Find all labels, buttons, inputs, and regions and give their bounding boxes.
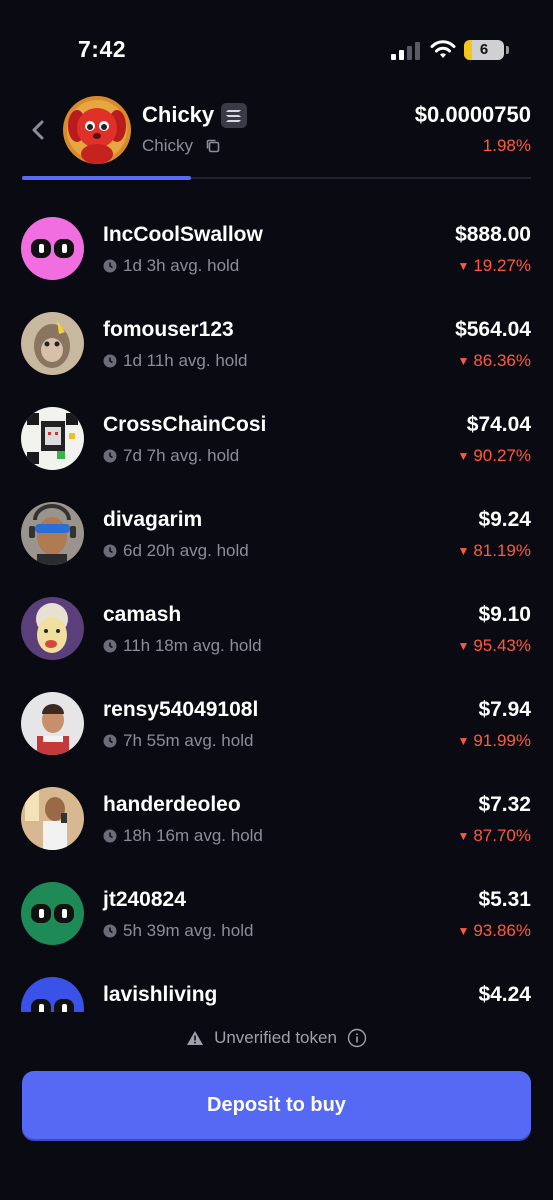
info-icon[interactable]: [347, 1028, 367, 1048]
list-item[interactable]: camash 11h 18m avg. hold $9.10 ▼ 95.43%: [0, 570, 553, 665]
username: fomouser123: [103, 318, 234, 341]
avatar: [21, 882, 84, 945]
clock-icon: [103, 449, 117, 463]
copy-icon[interactable]: [205, 138, 221, 154]
holding-value: $7.94: [478, 698, 531, 721]
deposit-to-buy-button[interactable]: Deposit to buy: [22, 1071, 531, 1139]
unverified-label: Unverified token: [214, 1028, 337, 1047]
list-item[interactable]: IncCoolSwallow 1d 3h avg. hold $888.00 ▼…: [0, 190, 553, 285]
token-price: $0.0000750: [414, 102, 531, 127]
token-change: 1.98%: [482, 136, 531, 155]
cellular-signal-icon: [391, 42, 420, 60]
avatar: [21, 502, 84, 565]
token-name: Chicky: [142, 102, 215, 127]
back-chevron-icon[interactable]: [26, 116, 50, 144]
holding-change: ▼ 90.27%: [457, 446, 531, 465]
clock-icon: [103, 924, 117, 938]
holding-value: $9.24: [478, 508, 531, 531]
warning-icon: [187, 1031, 204, 1045]
unverified-token-notice: Unverified token: [0, 1028, 553, 1048]
holding-change: ▼ 91.99%: [457, 731, 531, 750]
avg-hold: 7d 7h avg. hold: [103, 446, 239, 466]
holding-change: ▼ 81.19%: [457, 541, 531, 560]
avg-hold: 5h 39m avg. hold: [103, 921, 253, 941]
list-item[interactable]: lavishliving $4.24: [0, 950, 553, 1012]
username: handerdeoleo: [103, 793, 241, 816]
list-item[interactable]: fomouser123 1d 11h avg. hold $564.04 ▼ 86…: [0, 285, 553, 380]
holding-value: $564.04: [455, 318, 531, 341]
username: jt240824: [103, 888, 186, 911]
down-triangle-icon: ▼: [457, 924, 470, 938]
battery-level: 6: [479, 41, 489, 58]
token-ticker: Chicky: [142, 136, 194, 155]
username: rensy54049108l: [103, 698, 259, 721]
holding-change: ▼ 86.36%: [457, 351, 531, 370]
status-bar: 7:42 6: [0, 0, 553, 100]
down-triangle-icon: ▼: [457, 544, 470, 558]
solana-chain-icon: [221, 103, 247, 128]
holding-value: $9.10: [478, 603, 531, 626]
clock-icon: [103, 734, 117, 748]
list-item[interactable]: handerdeoleo 18h 16m avg. hold $7.32 ▼ 87…: [0, 760, 553, 855]
list-item[interactable]: divagarim 6d 20h avg. hold $9.24 ▼ 81.19%: [0, 475, 553, 570]
avatar: [21, 692, 84, 755]
avatar: [21, 312, 84, 375]
list-item[interactable]: rensy54049108l 7h 55m avg. hold $7.94 ▼ 9…: [0, 665, 553, 760]
clock-icon: [103, 354, 117, 368]
avg-hold: 1d 11h avg. hold: [103, 351, 247, 371]
down-triangle-icon: ▼: [457, 639, 470, 653]
holding-value: $888.00: [455, 223, 531, 246]
holding-value: $4.24: [478, 983, 531, 1006]
username: camash: [103, 603, 182, 626]
avatar: [21, 597, 84, 660]
down-triangle-icon: ▼: [457, 829, 470, 843]
wifi-icon: [430, 40, 456, 58]
holding-value: $7.32: [478, 793, 531, 816]
list-item[interactable]: CrossChainCosi 7d 7h avg. hold $74.04 ▼ 9…: [0, 380, 553, 475]
holding-change: ▼ 95.43%: [457, 636, 531, 655]
username: CrossChainCosi: [103, 413, 267, 436]
avg-hold: 18h 16m avg. hold: [103, 826, 263, 846]
down-triangle-icon: ▼: [457, 259, 470, 273]
down-triangle-icon: ▼: [457, 354, 470, 368]
clock-icon: [103, 639, 117, 653]
avatar: [21, 977, 84, 1012]
username: lavishliving: [103, 983, 218, 1006]
avatar: [21, 217, 84, 280]
battery-icon: 6: [464, 40, 504, 60]
avatar: [21, 787, 84, 850]
clock-icon: [103, 829, 117, 843]
avg-hold: 7h 55m avg. hold: [103, 731, 253, 751]
holding-change: ▼ 87.70%: [457, 826, 531, 845]
clock-time: 7:42: [78, 36, 127, 62]
holding-change: ▼ 93.86%: [457, 921, 531, 940]
clock-icon: [103, 544, 117, 558]
holding-value: $74.04: [466, 413, 531, 436]
avg-hold: 6d 20h avg. hold: [103, 541, 249, 561]
list-item[interactable]: jt240824 5h 39m avg. hold $5.31 ▼ 93.86%: [0, 855, 553, 950]
active-tab-indicator: [22, 176, 191, 180]
holding-value: $5.31: [478, 888, 531, 911]
avatar: [21, 407, 84, 470]
token-avatar: [63, 96, 131, 164]
avg-hold: 11h 18m avg. hold: [103, 636, 262, 656]
username: IncCoolSwallow: [103, 223, 263, 246]
holder-list[interactable]: IncCoolSwallow 1d 3h avg. hold $888.00 ▼…: [0, 190, 553, 1012]
avg-hold: 1d 3h avg. hold: [103, 256, 239, 276]
username: divagarim: [103, 508, 203, 531]
clock-icon: [103, 259, 117, 273]
down-triangle-icon: ▼: [457, 449, 470, 463]
down-triangle-icon: ▼: [457, 734, 470, 748]
holding-change: ▼ 19.27%: [457, 256, 531, 275]
